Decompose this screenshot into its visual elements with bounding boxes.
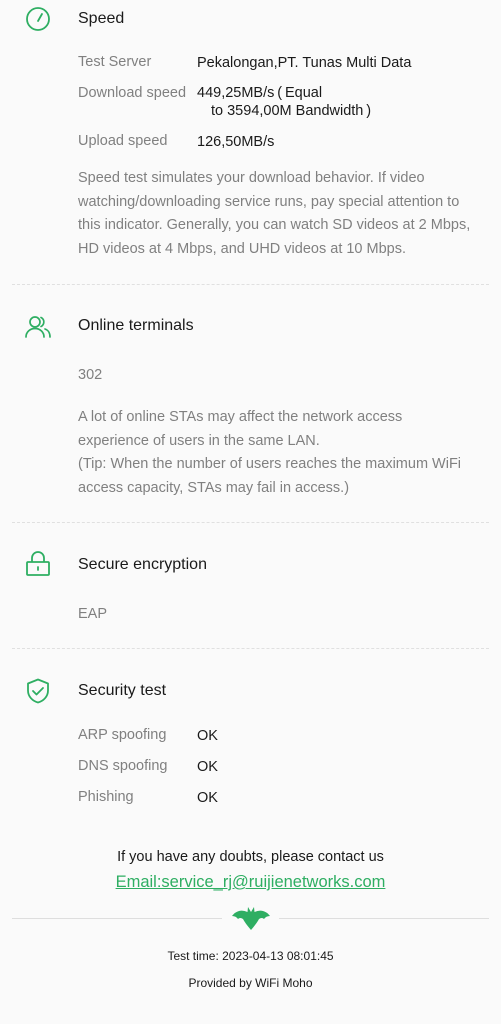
- download-speed-label: Download speed: [78, 85, 187, 101]
- security-section: Security test ARP spoofing OK DNS spoofi…: [0, 649, 501, 829]
- dns-spoofing-label: DNS spoofing: [78, 758, 168, 774]
- shield-check-icon: [24, 677, 52, 705]
- download-speed-value-line1: 449,25MB/s ( Equal: [197, 85, 323, 101]
- speed-section: Speed Test Server Pekalongan,PT. Tunas M…: [0, 0, 501, 284]
- phishing-value: OK: [197, 790, 218, 806]
- lock-icon: [24, 550, 52, 578]
- encryption-value: EAP: [78, 606, 108, 622]
- terminals-count: 302: [78, 367, 103, 383]
- terminals-description-1: A lot of online STAs may affect the netw…: [78, 409, 403, 449]
- speed-title: Speed: [78, 10, 125, 27]
- encryption-section: Secure encryption EAP: [0, 523, 501, 649]
- terminals-description-2: (Tip: When the number of users reaches t…: [78, 456, 462, 496]
- download-speed-value-line2: to 3594,00M Bandwidth ): [211, 103, 372, 119]
- contact-text: If you have any doubts, please contact u…: [117, 849, 384, 865]
- test-server-value: Pekalongan,PT. Tunas Multi Data: [197, 55, 412, 71]
- encryption-title: Secure encryption: [78, 556, 207, 573]
- terminals-title: Online terminals: [78, 317, 194, 334]
- dns-spoofing-value: OK: [197, 759, 218, 775]
- terminals-section: Online terminals 302 A lot of online STA…: [0, 285, 501, 523]
- footer-divider-left: [12, 918, 222, 919]
- security-title: Security test: [78, 682, 167, 699]
- speedometer-icon: [24, 5, 52, 33]
- users-icon: [24, 313, 52, 341]
- arp-spoofing-value: OK: [197, 728, 218, 744]
- upload-speed-label: Upload speed: [78, 133, 168, 149]
- provided-by: Provided by WiFi Moho: [188, 976, 313, 990]
- arp-spoofing-label: ARP spoofing: [78, 727, 167, 743]
- phishing-label: Phishing: [78, 789, 134, 805]
- test-time: Test time: 2023-04-13 08:01:45: [167, 949, 334, 963]
- speed-description: Speed test simulates your download behav…: [78, 170, 471, 257]
- test-server-label: Test Server: [78, 54, 152, 70]
- bat-logo-icon: [231, 906, 271, 932]
- upload-speed-value: 126,50MB/s: [197, 134, 275, 150]
- footer-divider-right: [279, 918, 489, 919]
- contact-email-link[interactable]: Email:service_rj@ruijienetworks.com: [0, 873, 501, 892]
